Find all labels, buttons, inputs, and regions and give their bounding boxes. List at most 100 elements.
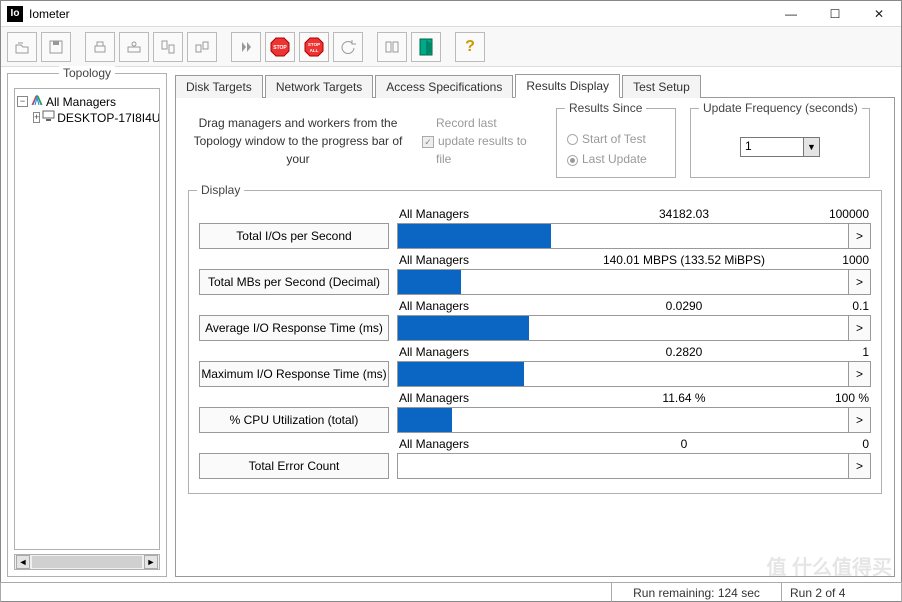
managers-icon bbox=[30, 93, 44, 110]
expand-icon[interactable]: + bbox=[33, 112, 40, 123]
metric-scale-button[interactable]: > bbox=[849, 315, 871, 341]
metric-value: 0.0290 bbox=[599, 299, 769, 313]
reset-icon[interactable] bbox=[333, 32, 363, 62]
metric-name: All Managers bbox=[399, 345, 599, 359]
metric-max: 100 % bbox=[769, 391, 869, 405]
metric-bar-fill bbox=[398, 224, 551, 248]
metric-bar[interactable] bbox=[397, 361, 849, 387]
metric-label-button[interactable]: Total MBs per Second (Decimal) bbox=[199, 269, 389, 295]
tree-hscrollbar[interactable]: ◄ ► bbox=[14, 554, 160, 570]
results-since-group: Results Since Start of Test Last Update bbox=[556, 108, 676, 178]
tab-bar: Disk TargetsNetwork TargetsAccess Specif… bbox=[175, 73, 895, 97]
new-worker-icon[interactable] bbox=[85, 32, 115, 62]
metric-row: Total Error CountAll Managers00> bbox=[199, 437, 871, 479]
metric-label-button[interactable]: % CPU Utilization (total) bbox=[199, 407, 389, 433]
metric-row: Total I/Os per SecondAll Managers34182.0… bbox=[199, 207, 871, 249]
toolbar: STOP STOPALL ? bbox=[1, 27, 901, 67]
topology-group: Topology − All Managers + DESKTOP-17I8I4… bbox=[7, 73, 167, 577]
metric-scale-button[interactable]: > bbox=[849, 269, 871, 295]
topology-tree[interactable]: − All Managers + DESKTOP-17I8I4U bbox=[14, 88, 160, 550]
metric-scale-button[interactable]: > bbox=[849, 453, 871, 479]
metric-label-button[interactable]: Total I/Os per Second bbox=[199, 223, 389, 249]
main-area: Topology − All Managers + DESKTOP-17I8I4… bbox=[1, 67, 901, 583]
metric-value: 140.01 MBPS (133.52 MiBPS) bbox=[599, 253, 769, 267]
minimize-button[interactable]: — bbox=[769, 1, 813, 27]
metric-name: All Managers bbox=[399, 437, 599, 451]
start-icon[interactable] bbox=[231, 32, 261, 62]
window-title: Iometer bbox=[29, 7, 70, 21]
svg-text:STOP: STOP bbox=[273, 45, 287, 51]
stop-all-icon[interactable]: STOPALL bbox=[299, 32, 329, 62]
results-since-legend: Results Since bbox=[565, 101, 646, 115]
metric-bar[interactable] bbox=[397, 407, 849, 433]
tab-network-targets[interactable]: Network Targets bbox=[265, 75, 373, 98]
statusbar: Run remaining: 124 sec Run 2 of 4 bbox=[0, 582, 902, 602]
metric-bar[interactable] bbox=[397, 223, 849, 249]
topology-legend: Topology bbox=[59, 66, 115, 80]
exit-icon[interactable] bbox=[411, 32, 441, 62]
display-legend: Display bbox=[197, 183, 244, 197]
duplicate-icon[interactable] bbox=[187, 32, 217, 62]
copy-worker-icon[interactable] bbox=[153, 32, 183, 62]
help-icon[interactable]: ? bbox=[455, 32, 485, 62]
new-net-worker-icon[interactable] bbox=[119, 32, 149, 62]
metric-row: Total MBs per Second (Decimal) All Manage… bbox=[199, 253, 871, 295]
tab-test-setup[interactable]: Test Setup bbox=[622, 75, 701, 98]
tree-root-row[interactable]: − All Managers bbox=[17, 93, 157, 110]
scroll-left-icon[interactable]: ◄ bbox=[16, 555, 30, 569]
metric-scale-button[interactable]: > bbox=[849, 361, 871, 387]
update-frequency-select[interactable]: 1 ▼ bbox=[740, 137, 820, 157]
save-icon[interactable] bbox=[41, 32, 71, 62]
record-checkbox[interactable]: ✓ bbox=[422, 136, 434, 148]
chevron-down-icon[interactable]: ▼ bbox=[803, 138, 819, 156]
metric-bar-fill bbox=[398, 362, 524, 386]
tree-root-label: All Managers bbox=[46, 95, 116, 109]
metric-bar[interactable] bbox=[397, 453, 849, 479]
tab-results-display[interactable]: Results Display bbox=[515, 74, 620, 98]
metric-max: 100000 bbox=[769, 207, 869, 221]
tab-disk-targets[interactable]: Disk Targets bbox=[175, 75, 263, 98]
record-option: Record last ✓update results to file bbox=[422, 108, 542, 168]
metric-label-button[interactable]: Maximum I/O Response Time (ms) bbox=[199, 361, 389, 387]
metric-row: Average I/O Response Time (ms) All Manage… bbox=[199, 299, 871, 341]
metric-label-button[interactable]: Total Error Count bbox=[199, 453, 389, 479]
tab-access-specifications[interactable]: Access Specifications bbox=[375, 75, 513, 98]
scroll-thumb[interactable] bbox=[32, 556, 142, 568]
radio-last-update[interactable]: Last Update bbox=[567, 149, 665, 169]
metric-name: All Managers bbox=[399, 253, 599, 267]
tree-child-row[interactable]: + DESKTOP-17I8I4U bbox=[17, 110, 157, 125]
close-button[interactable]: ✕ bbox=[857, 1, 901, 27]
metric-bar-fill bbox=[398, 408, 452, 432]
svg-text:STOP: STOP bbox=[308, 42, 320, 47]
tree-child-label: DESKTOP-17I8I4U bbox=[57, 111, 160, 125]
radio-start-of-test[interactable]: Start of Test bbox=[567, 129, 665, 149]
metric-bar[interactable] bbox=[397, 315, 849, 341]
metric-name: All Managers bbox=[399, 299, 599, 313]
update-frequency-value: 1 bbox=[741, 138, 803, 156]
update-frequency-legend: Update Frequency (seconds) bbox=[699, 101, 862, 115]
edit-spec-icon[interactable] bbox=[377, 32, 407, 62]
maximize-button[interactable]: ☐ bbox=[813, 1, 857, 27]
open-icon[interactable] bbox=[7, 32, 37, 62]
metric-max: 1 bbox=[769, 345, 869, 359]
metric-value: 0.2820 bbox=[599, 345, 769, 359]
status-empty bbox=[0, 583, 612, 602]
app-icon: Io bbox=[7, 6, 23, 22]
metric-max: 0.1 bbox=[769, 299, 869, 313]
metric-scale-button[interactable]: > bbox=[849, 223, 871, 249]
metric-scale-button[interactable]: > bbox=[849, 407, 871, 433]
metric-value: 34182.03 bbox=[599, 207, 769, 221]
stop-icon[interactable]: STOP bbox=[265, 32, 295, 62]
metric-label-button[interactable]: Average I/O Response Time (ms) bbox=[199, 315, 389, 341]
metric-value: 0 bbox=[599, 437, 769, 451]
update-frequency-group: Update Frequency (seconds) 1 ▼ bbox=[690, 108, 870, 178]
metric-bar[interactable] bbox=[397, 269, 849, 295]
metric-max: 1000 bbox=[769, 253, 869, 267]
status-run-remaining: Run remaining: 124 sec bbox=[612, 583, 782, 602]
display-group: Display Total I/Os per SecondAll Manager… bbox=[188, 190, 882, 494]
metric-value: 11.64 % bbox=[599, 391, 769, 405]
collapse-icon[interactable]: − bbox=[17, 96, 28, 107]
scroll-right-icon[interactable]: ► bbox=[144, 555, 158, 569]
metric-row: Maximum I/O Response Time (ms) All Manage… bbox=[199, 345, 871, 387]
svg-text:ALL: ALL bbox=[310, 48, 319, 53]
